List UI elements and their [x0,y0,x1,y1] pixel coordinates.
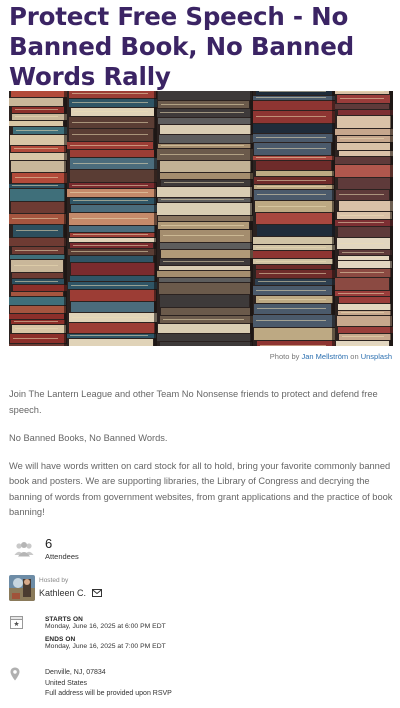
credit-prefix: Photo by [269,352,300,361]
location-lines: Denville, NJ, 07834 United States Full a… [45,668,172,700]
host-name-row: Kathleen C. [39,588,102,599]
event-photo-books [9,91,393,346]
credit-middle: on [350,352,359,361]
attendee-count: 6 [45,536,53,551]
location-note: Full address will be provided upon RSVP [45,690,172,697]
attendee-label: Attendees [45,552,79,561]
host-name[interactable]: Kathleen C. [39,588,86,598]
end-date-block: ENDS ON Monday, June 16, 2025 at 7:00 PM… [45,636,166,650]
event-description: Join The Lantern League and other Team N… [9,387,394,533]
location-country: United States [45,679,88,687]
photo-credit: Photo by Jan Mellström on Unsplash [270,352,392,361]
calendar-icon [10,616,23,634]
start-datetime: Monday, June 16, 2025 at 6:00 PM EDT [45,623,166,630]
location-city: Denville, NJ, 07834 [45,669,106,676]
start-date-block: STARTS ON Monday, June 16, 2025 at 6:00 … [45,616,166,630]
event-title: Protect Free Speech - No Banned Book, No… [9,2,354,91]
ends-on-label: ENDS ON [45,636,76,643]
host-avatar[interactable] [9,575,35,601]
hosted-by-label: Hosted by [39,577,69,584]
starts-on-label: STARTS ON [45,616,83,623]
map-pin-icon [10,667,20,686]
description-paragraph: Join The Lantern League and other Team N… [9,389,378,415]
mail-icon[interactable] [91,589,102,599]
credit-source-link[interactable]: Unsplash [361,352,392,361]
credit-author-link[interactable]: Jan Mellström [302,352,349,361]
end-datetime: Monday, June 16, 2025 at 7:00 PM EDT [45,643,166,650]
description-paragraph: We will have words written on card stock… [9,460,393,518]
description-paragraph: No Banned Books, No Banned Words. [9,432,168,443]
people-icon [14,541,34,562]
